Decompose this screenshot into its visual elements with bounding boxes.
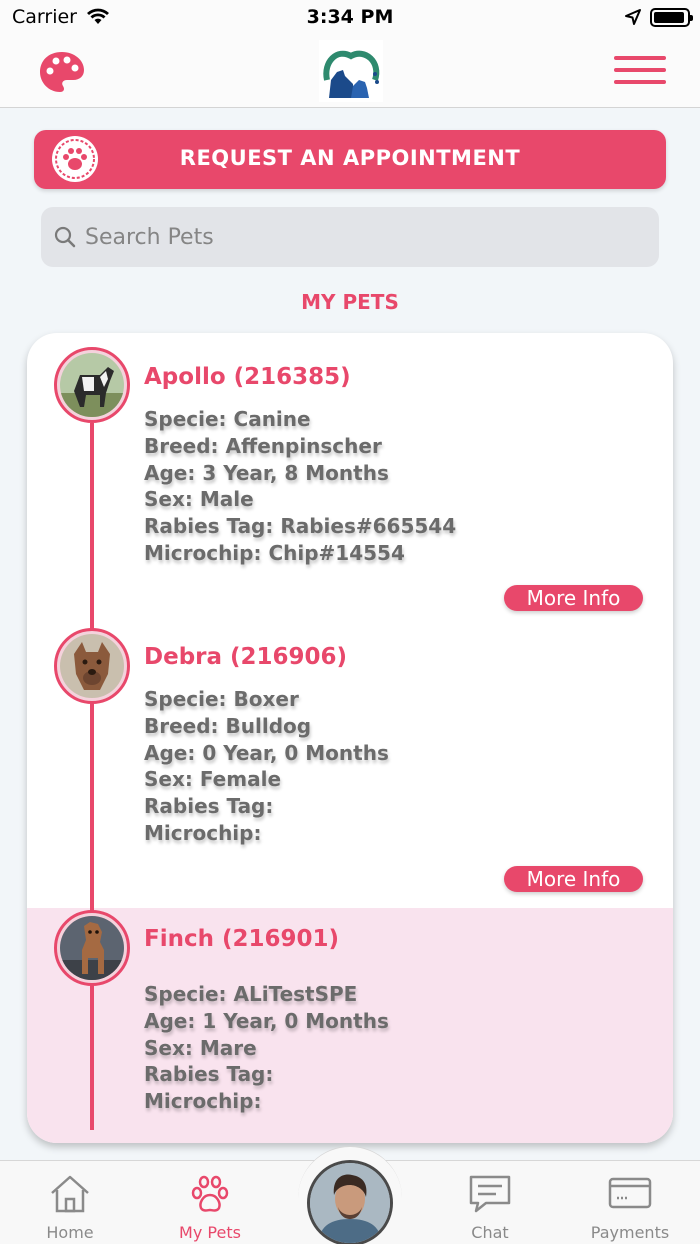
menu-button[interactable] [614,56,668,86]
pet-sex: Sex: Female [144,767,282,792]
battery-icon [650,8,693,27]
home-icon [51,1175,89,1213]
search-icon [54,226,76,248]
pet-specie: Specie: Boxer [144,687,299,711]
chat-icon [469,1175,511,1213]
pet-specie: Specie: Canine [144,407,311,431]
tab-label: My Pets [179,1223,241,1242]
pet-item-finch[interactable]: Finch (216901) Specie: ALiTestSPE Age: 1… [27,908,673,1143]
paw-icon [191,1175,229,1212]
pet-details: Specie: ALiTestSPE Age: 1 Year, 0 Months… [144,981,389,1115]
clock: 3:34 PM [306,6,394,28]
pet-rabies-tag: Rabies Tag: [144,794,274,819]
pet-age: Age: 3 Year, 8 Months [144,460,389,485]
palette-icon[interactable] [38,50,86,94]
app-header [0,36,700,108]
pet-item-debra[interactable]: Debra (216906) Specie: Boxer Breed: Bull… [27,625,673,908]
search-bar[interactable] [41,207,659,267]
pet-name: Finch (216901) [144,926,340,952]
section-title: MY PETS [301,290,399,314]
pet-avatar [54,347,130,423]
pet-avatar [54,910,130,986]
tab-label: Payments [590,1223,670,1242]
request-appointment-button[interactable]: REQUEST AN APPOINTMENT [34,130,666,189]
pet-age: Age: 1 Year, 0 Months [144,1008,389,1033]
pet-microchip: Microchip: [144,820,262,845]
pet-breed: Breed: Bulldog [144,713,312,738]
pet-breed: Breed: Affenpinscher [144,433,382,458]
pet-name: Apollo (216385) [144,364,351,390]
pet-rabies-tag: Rabies Tag: [144,1062,274,1087]
more-info-button[interactable]: More Info [504,585,643,611]
user-avatar-icon [310,1163,390,1243]
tab-label: Chat [471,1223,509,1242]
pet-name: Debra (216906) [144,644,348,670]
pet-avatar [54,628,130,704]
profile-avatar-button[interactable] [307,1160,393,1244]
pet-rabies-tag: Rabies Tag: Rabies#665544 [144,514,457,539]
timeline-line [90,423,94,625]
pets-list: Apollo (216385) Specie: Canine Breed: Af… [27,333,673,1143]
request-appointment-label: REQUEST AN APPOINTMENT [179,146,521,170]
pet-specie: Specie: ALiTestSPE [144,982,358,1006]
tab-chat[interactable]: Chat [420,1161,560,1244]
tab-label: Home [46,1223,94,1242]
location-arrow-icon [625,9,641,25]
search-input[interactable] [85,217,645,257]
more-info-button[interactable]: More Info [504,866,643,892]
credit-card-icon [608,1177,652,1209]
pet-item-apollo[interactable]: Apollo (216385) Specie: Canine Breed: Af… [27,333,673,625]
pet-microchip: Microchip: Chip#14554 [144,540,405,565]
clinic-logo [319,40,383,102]
pet-details: Specie: Boxer Breed: Bulldog Age: 0 Year… [144,686,389,847]
tab-home[interactable]: Home [0,1161,140,1244]
pet-age: Age: 0 Year, 0 Months [144,740,389,765]
pet-details: Specie: Canine Breed: Affenpinscher Age:… [144,406,456,567]
tab-payments[interactable]: Payments [560,1161,700,1244]
status-bar: Carrier 3:34 PM [0,0,700,36]
tab-my-pets[interactable]: My Pets [140,1161,280,1244]
pet-sex: Sex: Male [144,487,254,512]
pet-sex: Sex: Mare [144,1035,257,1060]
pet-microchip: Microchip: [144,1089,262,1114]
